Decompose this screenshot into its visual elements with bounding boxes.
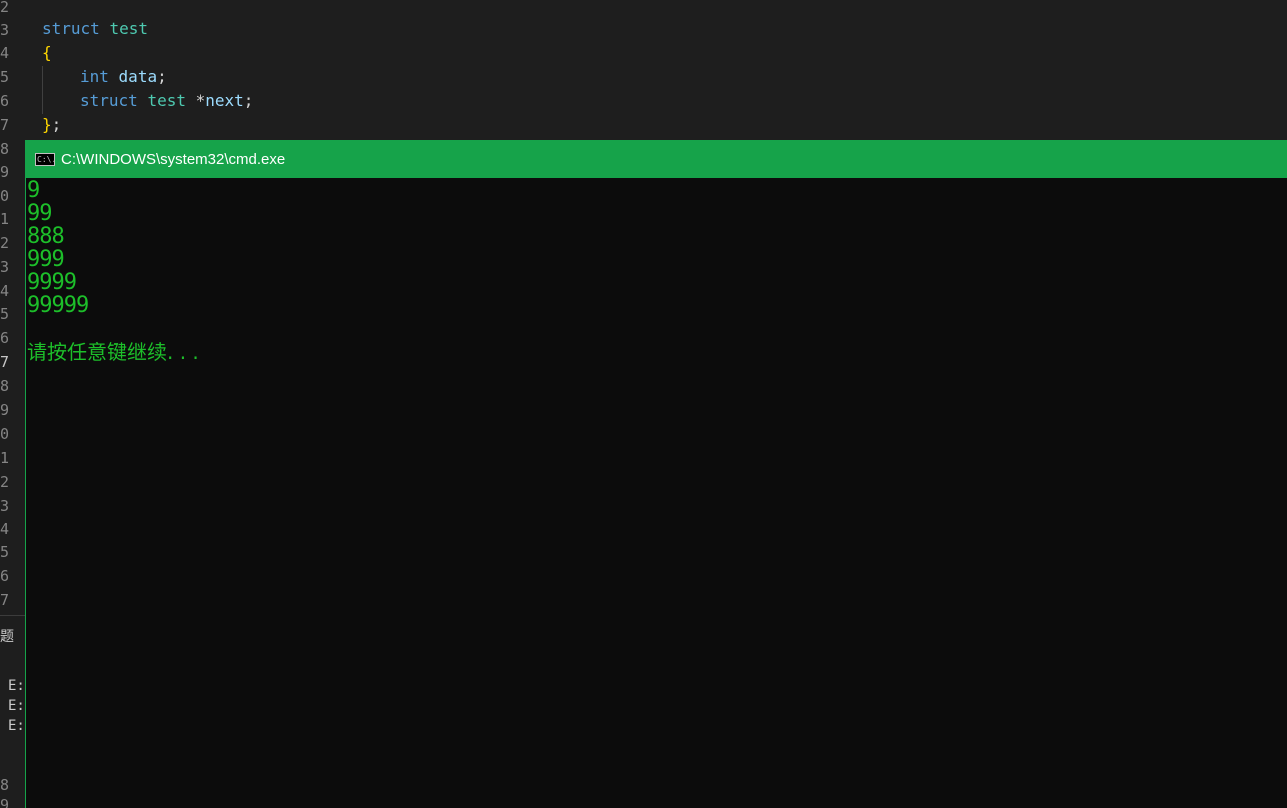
output-line: 99999 [27,293,89,318]
semicolon: ; [157,67,167,86]
terminal-icon-text: C:\. [37,154,57,164]
line-number: 2 [0,234,10,252]
line-number: 6 [0,567,10,585]
line-number: 8 [0,140,10,158]
line-number: 7 [0,591,10,609]
line-number: 8 [0,776,10,794]
line-number: 9 [0,796,10,808]
line-number: 8 [0,377,10,395]
pointer-star: * [195,91,206,110]
semicolon: ; [51,115,62,134]
keyword-int: int [80,67,109,86]
line-number: 5 [0,305,10,323]
line-number: 3 [0,258,10,276]
close-brace: } [42,115,52,134]
open-brace: { [42,43,52,62]
line-number: 5 [0,543,10,561]
output-line: 888 [27,224,65,249]
console-output[interactable]: 9 99 888 999 9999 99999 请按任意键继续. . . [26,178,1287,808]
type-name: test [147,91,186,110]
line-number: 7 [0,116,10,134]
keyword-struct: struct [80,91,138,110]
window-title: C:\WINDOWS\system32\cmd.exe [61,150,286,168]
line-number: 4 [0,520,10,538]
line-number: 7 [0,353,10,371]
indent-guide [42,66,43,114]
line-number: 0 [0,425,10,443]
line-number: 9 [0,163,10,181]
continue-prompt: 请按任意键继续. . . [27,340,199,364]
code-line-data-field: int data; [80,67,167,87]
terminal-icon[interactable]: C:\. [35,152,57,166]
line-number: 3 [0,497,10,515]
code-line-close-brace: }; [42,115,61,135]
line-number: 1 [0,210,10,228]
semicolon: ; [243,91,254,110]
cmd-title-bar[interactable]: C:\. C:\WINDOWS\system32\cmd.exe [26,140,1287,178]
line-number: 1 [0,449,10,467]
output-line: 999 [27,247,65,272]
line-number: 2 [0,0,10,16]
problem-entry[interactable]: E: [8,696,25,716]
line-number: 4 [0,44,10,62]
output-line: 99 [27,201,52,226]
line-number: 3 [0,21,10,39]
code-line-open-brace: { [42,43,52,63]
output-line: 9 [27,178,40,203]
code-line-struct-decl: struct test [42,19,148,39]
problem-entry[interactable]: E: [8,716,25,736]
line-number: 4 [0,282,10,300]
field-name: next [205,91,244,110]
output-line: 9999 [27,270,77,295]
panel-divider [0,615,26,616]
line-number: 2 [0,473,10,491]
keyword-struct: struct [42,19,100,38]
code-line-next-field: struct test *next; [80,91,253,111]
line-number: 0 [0,187,10,205]
cmd-window[interactable]: C:\. C:\WINDOWS\system32\cmd.exe 9 99 88… [25,140,1287,808]
line-number: 9 [0,401,10,419]
type-name: test [109,19,148,38]
line-number: 6 [0,329,10,347]
panel-tab-problems[interactable]: 题 [0,628,14,646]
line-number: 6 [0,92,10,110]
problem-entry[interactable]: E: [8,676,25,696]
line-number: 5 [0,68,10,86]
field-name: data [118,67,158,86]
